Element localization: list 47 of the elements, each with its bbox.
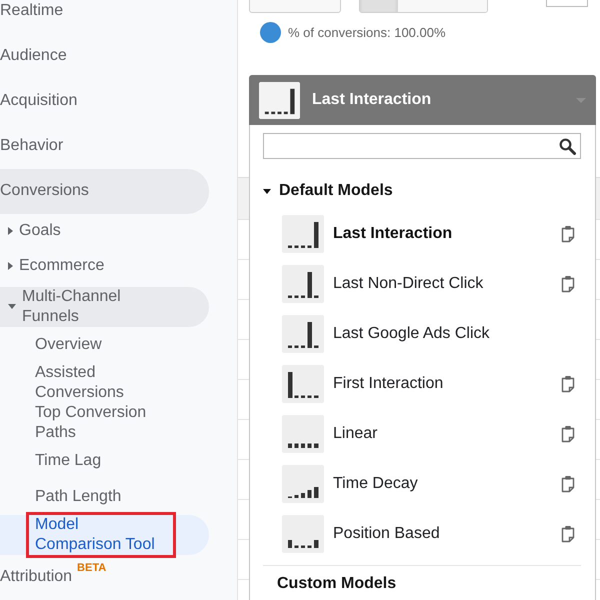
sidebar-item[interactable]: Goals (0, 214, 209, 248)
sidebar-item[interactable]: Top Conversion Paths (0, 402, 209, 442)
sidebar-item[interactable]: Acquisition (0, 78, 209, 124)
sidebar-item[interactable]: Audience (0, 34, 209, 78)
sidebar-item[interactable]: Behavior (0, 124, 209, 168)
bar-chart-icon (282, 465, 324, 503)
sidebar-item[interactable]: Realtime (0, 0, 209, 34)
sidebar-item[interactable]: Multi-Channel Funnels (0, 286, 209, 326)
sidebar-item[interactable]: Ecommerce (0, 248, 209, 284)
caret-icon (8, 227, 13, 235)
sidebar-item[interactable]: Assisted Conversions (0, 362, 209, 402)
model-option[interactable]: Time Decay (282, 459, 581, 509)
clipboard-icon[interactable] (561, 225, 575, 243)
caret-icon (263, 188, 271, 194)
clipboard-icon[interactable] (561, 525, 575, 543)
sidebar-item[interactable]: Time Lag (0, 442, 209, 478)
model-option[interactable]: Last Interaction (282, 209, 581, 259)
model-dropdown[interactable]: Last Interaction (249, 75, 596, 125)
sidebar-item[interactable]: Attribution BETA (0, 554, 209, 600)
section-header[interactable]: Custom Models (263, 572, 581, 596)
bar-chart-icon (282, 365, 324, 403)
model-option[interactable]: Last Google Ads Click (282, 309, 581, 359)
caret-icon (8, 304, 16, 309)
sidebar-item[interactable]: Path Length (0, 478, 209, 514)
model-option[interactable]: Position Based (282, 509, 581, 559)
section-header[interactable]: Default Models (263, 179, 581, 203)
model-option[interactable]: Last Non-Direct Click (282, 259, 581, 309)
clipboard-icon[interactable] (561, 275, 575, 293)
sidebar-item[interactable]: Conversions (0, 168, 209, 214)
bar-chart-icon (282, 315, 324, 353)
beta-label: BETA (77, 562, 106, 574)
model-option[interactable]: Linear (282, 409, 581, 459)
clipboard-icon[interactable] (561, 475, 575, 493)
bar-chart-icon (282, 415, 324, 453)
caret-icon (576, 98, 586, 102)
bar-chart-icon (259, 82, 300, 118)
bar-chart-icon (282, 515, 324, 553)
caret-icon (8, 262, 13, 270)
search-field[interactable] (263, 133, 581, 159)
model-option[interactable]: First Interaction (282, 359, 581, 409)
legend-label: % of conversions: 100.00% (288, 24, 446, 42)
sidebar-item[interactable]: Overview (0, 326, 209, 362)
bar-chart-icon (282, 265, 324, 303)
clipboard-icon[interactable] (561, 375, 575, 393)
bar-chart-icon (282, 215, 324, 253)
search-icon[interactable] (559, 138, 576, 154)
clipboard-icon[interactable] (561, 425, 575, 443)
